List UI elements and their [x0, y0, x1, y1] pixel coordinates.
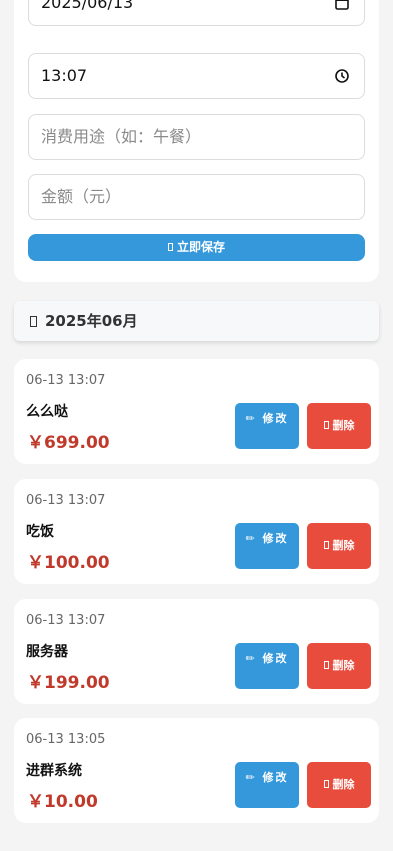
calendar-month-icon — [30, 316, 37, 327]
date-input[interactable]: 2025/06/13 — [28, 0, 365, 26]
edit-button-label: ✏ 修改 — [245, 771, 289, 784]
trash-icon — [323, 661, 329, 669]
record-card: 06-13 13:07 服务器 ￥199.00 ✏ 修改 删除 — [14, 599, 379, 704]
record-purpose: 吃饭 — [26, 524, 54, 540]
time-input[interactable]: 13:07 — [28, 53, 365, 99]
month-label: 2025年06月 — [45, 312, 138, 330]
amount-placeholder: 金额（元） — [41, 187, 122, 206]
edit-button[interactable]: ✏ 修改 — [235, 643, 299, 689]
record-purpose: 进群系统 — [26, 763, 82, 779]
delete-button[interactable]: 删除 — [307, 403, 371, 449]
edit-button-label: ✏ 修改 — [245, 532, 289, 545]
date-value: 2025/06/13 — [41, 0, 134, 12]
clock-icon[interactable] — [334, 68, 350, 84]
time-value: 13:07 — [41, 66, 88, 85]
record-time: 06-13 13:07 — [26, 493, 106, 508]
purpose-placeholder: 消费用途（如：午餐） — [41, 127, 202, 146]
edit-button-label: ✏ 修改 — [245, 412, 289, 425]
record-amount: ￥699.00 — [27, 433, 110, 453]
trash-icon — [323, 421, 329, 429]
purpose-input[interactable]: 消费用途（如：午餐） — [28, 114, 365, 160]
edit-button[interactable]: ✏ 修改 — [235, 762, 299, 808]
delete-button[interactable]: 删除 — [307, 762, 371, 808]
record-amount: ￥199.00 — [27, 673, 110, 693]
record-purpose: 么么哒 — [26, 404, 68, 420]
trash-icon — [323, 780, 329, 788]
edit-button-label: ✏ 修改 — [245, 652, 289, 665]
delete-button-label: 删除 — [332, 539, 355, 552]
delete-button[interactable]: 删除 — [307, 523, 371, 569]
month-group-header[interactable]: 2025年06月 — [14, 301, 379, 341]
delete-button-label: 删除 — [332, 778, 355, 791]
record-purpose: 服务器 — [26, 644, 68, 660]
record-time: 06-13 13:07 — [26, 613, 106, 628]
edit-button[interactable]: ✏ 修改 — [235, 523, 299, 569]
calendar-icon[interactable] — [334, 0, 350, 11]
delete-button-label: 删除 — [332, 419, 355, 432]
record-time: 06-13 13:07 — [26, 373, 106, 388]
record-card: 06-13 13:05 进群系统 ￥10.00 ✏ 修改 删除 — [14, 718, 379, 823]
record-card: 06-13 13:07 么么哒 ￥699.00 ✏ 修改 删除 — [14, 359, 379, 464]
amount-input[interactable]: 金额（元） — [28, 174, 365, 220]
save-icon — [167, 243, 173, 251]
delete-button-label: 删除 — [332, 659, 355, 672]
edit-button[interactable]: ✏ 修改 — [235, 403, 299, 449]
delete-button[interactable]: 删除 — [307, 643, 371, 689]
record-amount: ￥10.00 — [27, 792, 98, 812]
trash-icon — [323, 541, 329, 549]
save-button-label: 立即保存 — [176, 240, 225, 254]
record-time: 06-13 13:05 — [26, 732, 106, 747]
record-card: 06-13 13:07 吃饭 ￥100.00 ✏ 修改 删除 — [14, 479, 379, 584]
record-amount: ￥100.00 — [27, 553, 110, 573]
expense-form-card: 2025/06/13 13:07 消费用途（如：午餐） 金额（元） 立即保存 — [14, 0, 379, 282]
save-button[interactable]: 立即保存 — [28, 234, 365, 261]
